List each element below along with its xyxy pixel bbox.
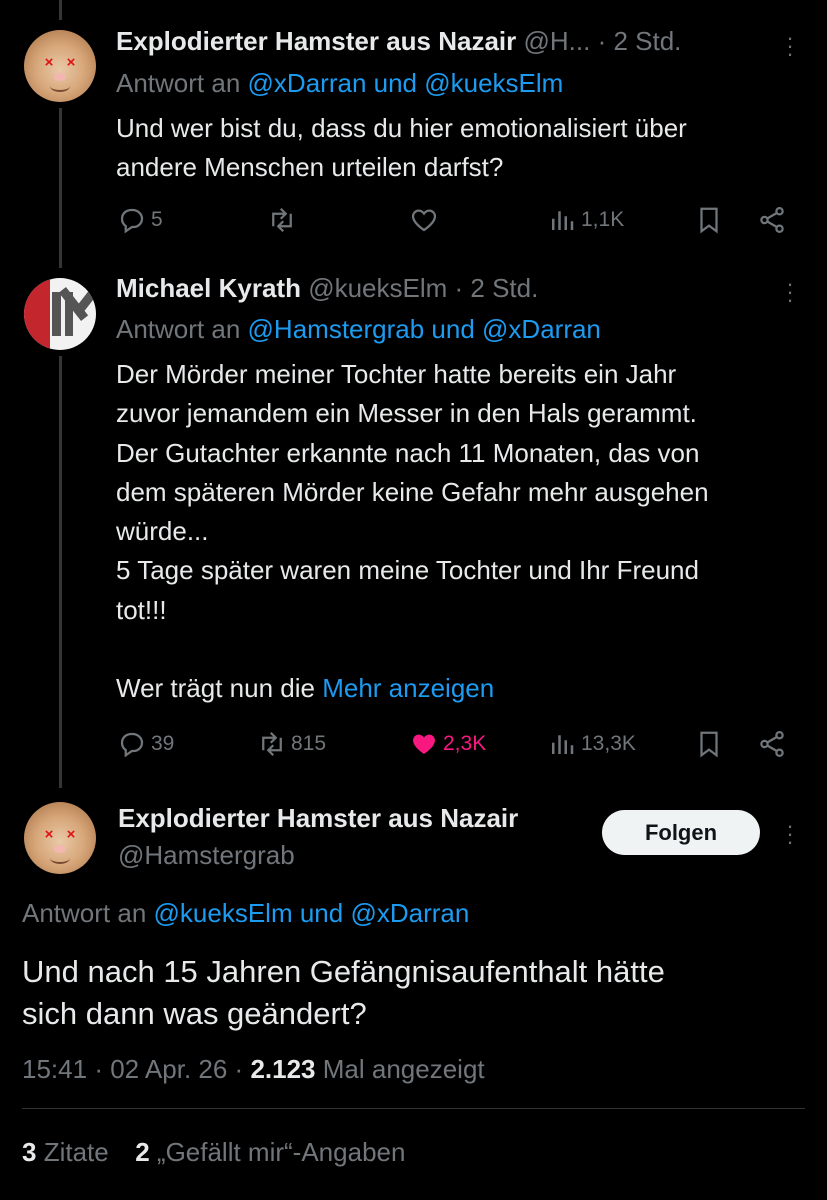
share-button[interactable] [757,200,791,240]
post-time[interactable]: 15:41 [22,1054,87,1084]
more-options-icon[interactable]: · · · [780,27,800,65]
retweet-count: 815 [291,732,327,755]
reply-prefix: Antwort an [22,898,147,928]
views-count: 1,1K [581,208,625,231]
reply-count: 5 [151,208,163,231]
thread-line-1 [59,108,62,268]
tweet-text: Und wer bist du, dass du hier emotionali… [116,113,687,183]
views-icon [552,735,574,754]
more-options-icon[interactable]: · · · [780,815,800,853]
retweet-button[interactable] [267,200,301,240]
likes-link[interactable]: 2 „Gefällt mir“-Angaben [135,1137,405,1167]
reply-button[interactable]: 39 [117,724,174,764]
reply-button[interactable]: 5 [117,200,163,240]
heart-icon [411,209,437,232]
views-icon [552,211,574,230]
avatar[interactable] [24,278,96,350]
display-name[interactable]: Michael Kyrath [116,273,301,303]
quotes-label: Zitate [43,1137,109,1167]
quotes-link[interactable]: 3 Zitate [22,1137,116,1167]
retweet-icon [262,731,282,757]
avatar[interactable]: × × [24,802,96,874]
reply-prefix: Antwort an [116,314,241,344]
bookmark-icon [700,731,718,758]
tweet-text: Der Mörder meiner Tochter hatte bereits … [116,359,709,704]
views-button[interactable]: 13,3K [547,724,636,764]
like-button[interactable]: 2,3K [409,724,486,764]
share-icon [760,731,784,757]
likes-label: „Gefällt mir“-Angaben [156,1137,406,1167]
reply-count: 39 [151,732,175,755]
follow-button[interactable]: Folgen [602,810,760,855]
reply-to-links[interactable]: @xDarran und @kueksElm [248,68,564,98]
avatar[interactable]: × × [24,30,96,102]
thread-line-2 [59,356,62,788]
post-date[interactable]: 02 Apr. 26 [110,1054,227,1084]
handle[interactable]: @Hamstergrab [118,840,295,871]
timestamp[interactable]: · 2 Std. [598,26,682,56]
like-button[interactable] [409,200,443,240]
views-button[interactable]: 1,1K [547,200,624,240]
bookmark-button[interactable] [694,200,728,240]
heart-filled-icon [413,734,435,754]
reply-to-links[interactable]: @Hamstergrab und @xDarran [248,314,601,344]
divider [22,1108,805,1109]
bookmark-icon [700,207,718,234]
retweet-button[interactable]: 815 [257,724,326,764]
like-count: 2,3K [443,732,487,755]
show-more-link[interactable]: Mehr anzeigen [322,673,494,703]
thread-line-top [59,0,62,20]
tweet-text: Und nach 15 Jahren Gefängnisaufenthalt h… [22,954,665,1031]
bookmark-button[interactable] [694,724,728,764]
reply-to-links[interactable]: @kueksElm und @xDarran [154,898,470,928]
retweet-icon [272,207,292,233]
display-name[interactable]: Explodierter Hamster aus Nazair [116,26,516,56]
more-options-icon[interactable]: · · · [780,273,800,311]
reply-icon [120,208,144,234]
views-label: Mal angezeigt [322,1054,485,1084]
views-count: 13,3K [581,732,636,755]
share-icon [760,207,784,233]
display-name[interactable]: Explodierter Hamster aus Nazair [118,803,518,834]
reply-icon [120,732,144,758]
handle[interactable]: @H... [524,26,591,56]
handle[interactable]: @kueksElm [308,273,447,303]
likes-count: 2 [135,1137,150,1167]
views-count: 2.123 [250,1054,316,1084]
quotes-count: 3 [22,1137,37,1167]
reply-prefix: Antwort an [116,68,241,98]
timestamp[interactable]: · 2 Std. [455,273,539,303]
share-button[interactable] [757,724,791,764]
